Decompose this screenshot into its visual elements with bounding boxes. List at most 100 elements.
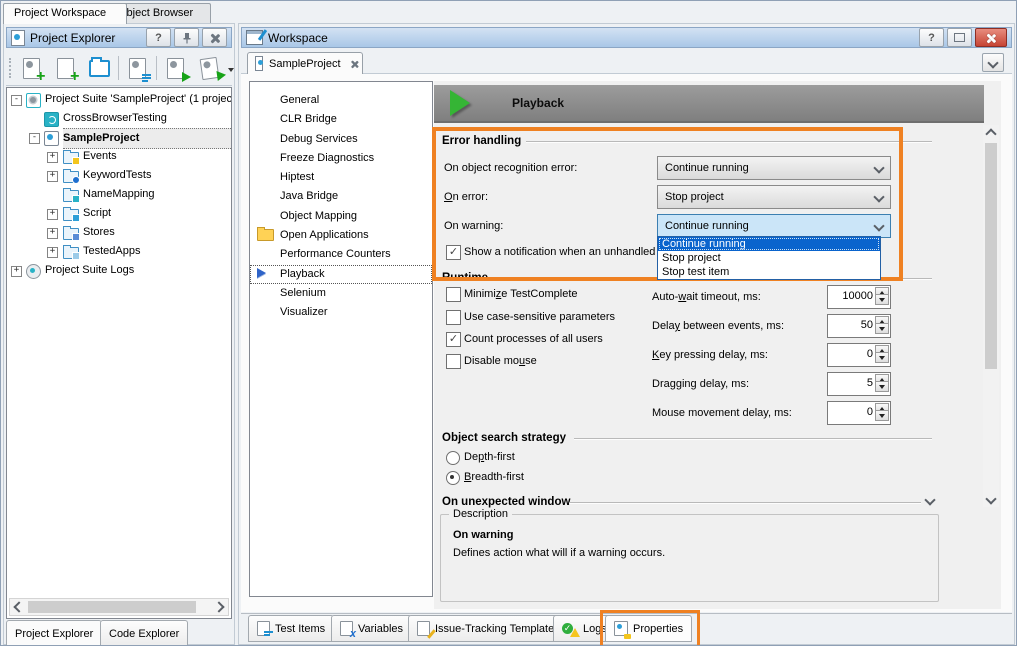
organize-test-items-button[interactable]: [122, 54, 152, 82]
scroll-up-icon[interactable]: [985, 128, 996, 139]
tab-issue-tracking-templates[interactable]: Issue-Tracking Templates: [408, 615, 569, 642]
tree-item-keywordtests[interactable]: + KeywordTests: [7, 166, 231, 185]
tab-label: Project Explorer: [15, 628, 93, 640]
tab-list-dropdown-button[interactable]: [982, 53, 1004, 72]
category-selenium[interactable]: Selenium: [250, 284, 432, 303]
expand-icon[interactable]: +: [47, 247, 58, 258]
tab-sampleproject[interactable]: SampleProject: [247, 52, 363, 74]
disable-mouse-checkbox[interactable]: [446, 354, 461, 369]
tab-code-explorer[interactable]: Code Explorer: [100, 620, 188, 646]
tab-properties[interactable]: Properties: [605, 615, 692, 642]
on-error-dropdown[interactable]: Stop project: [657, 185, 891, 209]
category-label: Java Bridge: [280, 190, 338, 202]
tree-item-namemapping[interactable]: NameMapping: [7, 185, 231, 204]
spin-down-icon[interactable]: [875, 323, 889, 334]
tree-item-script[interactable]: + Script: [7, 204, 231, 223]
spin-value[interactable]: 50: [830, 319, 873, 331]
count-processes-checkbox[interactable]: ✓: [446, 332, 461, 347]
tree-item-stores[interactable]: + Stores: [7, 223, 231, 242]
depth-first-radio[interactable]: [446, 451, 460, 465]
toolbar-grip[interactable]: [9, 58, 12, 78]
minimize-testcomplete-checkbox[interactable]: [446, 287, 461, 302]
spin-value[interactable]: 0: [830, 406, 873, 418]
expand-icon[interactable]: +: [47, 171, 58, 182]
option-continue-running[interactable]: Continue running: [658, 237, 880, 251]
tree-item-events[interactable]: + Events: [7, 147, 231, 166]
scroll-right-icon[interactable]: [213, 601, 224, 612]
close-panel-button[interactable]: [202, 28, 227, 47]
mouse-movement-delay-input[interactable]: 0: [827, 401, 891, 425]
help-button[interactable]: ?: [919, 28, 944, 47]
category-debug-services[interactable]: Debug Services: [250, 130, 432, 149]
spin-down-icon[interactable]: [875, 294, 889, 305]
tree-item-sampleproject[interactable]: - SampleProject: [7, 128, 231, 147]
on-object-recognition-dropdown[interactable]: Continue running: [657, 156, 891, 180]
on-warning-dropdown[interactable]: Continue running: [657, 214, 891, 238]
scroll-down-icon[interactable]: [985, 493, 996, 504]
run-project-icon: [167, 58, 184, 79]
chevron-down-icon: [987, 57, 998, 68]
category-hiptest[interactable]: Hiptest: [250, 168, 432, 187]
help-button[interactable]: ?: [146, 28, 171, 47]
spin-down-icon[interactable]: [875, 381, 889, 392]
breadth-first-radio[interactable]: [446, 471, 460, 485]
tree-item-project-suite[interactable]: - Project Suite 'SampleProject' (1 proje…: [7, 90, 231, 109]
project-explorer-header: Project Explorer ?: [6, 27, 232, 48]
tab-test-items[interactable]: Test Items: [248, 615, 334, 642]
collapse-section-icon[interactable]: [924, 494, 935, 505]
option-stop-test-item[interactable]: Stop test item: [658, 265, 880, 279]
spin-value[interactable]: 10000: [830, 290, 873, 302]
spin-down-icon[interactable]: [875, 410, 889, 421]
scroll-left-icon[interactable]: [13, 601, 24, 612]
option-stop-project[interactable]: Stop project: [658, 251, 880, 265]
minimize-icon: [954, 33, 965, 42]
category-general[interactable]: General: [250, 91, 432, 110]
key-pressing-delay-input[interactable]: 0: [827, 343, 891, 367]
auto-wait-timeout-input[interactable]: 10000: [827, 285, 891, 309]
category-freeze-diagnostics[interactable]: Freeze Diagnostics: [250, 149, 432, 168]
collapse-icon[interactable]: -: [11, 95, 22, 106]
add-new-item-button[interactable]: +: [50, 54, 80, 82]
add-new-project-button[interactable]: +: [16, 54, 46, 82]
run-suite-icon: [199, 56, 219, 79]
tree-item-testedapps[interactable]: + TestedApps: [7, 242, 231, 261]
minimize-button[interactable]: [947, 28, 972, 47]
tab-project-workspace[interactable]: Project Workspace: [3, 3, 127, 24]
workspace-bottom-tabs: Test Items x Variables Issue-Tracking Te…: [241, 613, 1012, 641]
run-dropdown-button[interactable]: [228, 72, 234, 84]
collapse-icon[interactable]: -: [29, 133, 40, 144]
run-project-suite-button[interactable]: [194, 54, 224, 82]
case-sensitive-checkbox[interactable]: [446, 310, 461, 325]
category-object-mapping[interactable]: Object Mapping: [250, 207, 432, 226]
tab-project-explorer[interactable]: Project Explorer: [6, 620, 102, 646]
category-visualizer[interactable]: Visualizer: [250, 303, 432, 322]
tree-horizontal-scrollbar[interactable]: [9, 598, 229, 616]
close-tab-icon[interactable]: [350, 60, 354, 68]
spin-value[interactable]: 0: [830, 348, 873, 360]
category-open-applications[interactable]: Open Applications: [250, 226, 432, 245]
expand-icon[interactable]: +: [47, 152, 58, 163]
expand-icon[interactable]: +: [47, 228, 58, 239]
category-performance-counters[interactable]: Performance Counters: [250, 245, 432, 264]
category-java-bridge[interactable]: Java Bridge: [250, 187, 432, 206]
logs-icon: ✓: [562, 622, 578, 636]
dragging-delay-input[interactable]: 5: [827, 372, 891, 396]
category-playback[interactable]: Playback: [250, 265, 432, 284]
expand-icon[interactable]: +: [11, 266, 22, 277]
spin-value[interactable]: 5: [830, 377, 873, 389]
scrollbar-thumb[interactable]: [28, 601, 196, 613]
scrollbar-thumb[interactable]: [985, 143, 997, 369]
tab-variables[interactable]: x Variables: [331, 615, 412, 642]
expand-icon[interactable]: +: [47, 209, 58, 220]
pin-button[interactable]: [174, 28, 199, 47]
settings-vertical-scrollbar[interactable]: [983, 125, 999, 507]
tree-item-crossbrowsertesting[interactable]: CrossBrowserTesting: [7, 109, 231, 128]
notification-checkbox[interactable]: ✓: [446, 245, 461, 260]
open-file-button[interactable]: [84, 54, 114, 82]
delay-between-events-input[interactable]: 50: [827, 314, 891, 338]
tree-item-project-suite-logs[interactable]: + Project Suite Logs: [7, 261, 231, 280]
spin-down-icon[interactable]: [875, 352, 889, 363]
close-workspace-button[interactable]: [975, 28, 1007, 47]
category-clr-bridge[interactable]: CLR Bridge: [250, 110, 432, 129]
run-project-button[interactable]: [160, 54, 190, 82]
